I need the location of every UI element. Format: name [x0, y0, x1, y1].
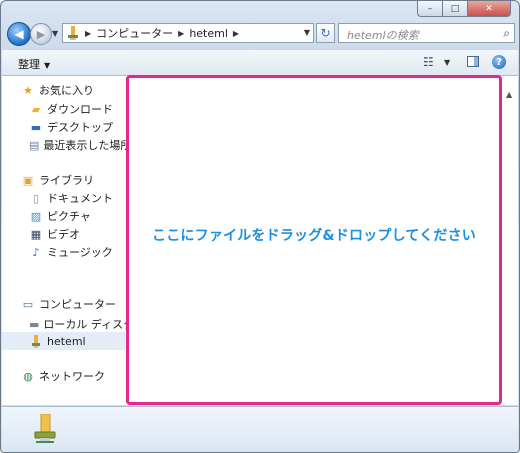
navigation-pane[interactable]: ★ お気に入り ▰ ダウンロード ▬ デスクトップ ▤ 最近表示した場所 ▣ ラ… [2, 76, 142, 405]
nav-item-label: heteml [47, 334, 86, 348]
organize-button[interactable]: 整理 ▼ [18, 56, 50, 72]
close-button[interactable]: ✕ [468, 1, 511, 17]
breadcrumb-separator-icon[interactable]: ▶ [178, 29, 184, 38]
nav-item-downloads[interactable]: ▰ ダウンロード [2, 100, 125, 118]
library-icon: ▣ [22, 173, 34, 187]
nav-favorites[interactable]: ★ お気に入り [2, 81, 125, 99]
search-icon[interactable]: ⌕ [503, 26, 510, 41]
nav-item-label: ピクチャ [47, 210, 91, 223]
nav-item-desktop[interactable]: ▬ デスクトップ [2, 118, 125, 136]
nav-item-pictures[interactable]: ▨ ピクチャ [2, 207, 125, 225]
drop-zone-message: ここにファイルをドラッグ&ドロップしてください [152, 228, 476, 244]
address-dropdown-icon[interactable]: ▼ [304, 28, 310, 37]
drive-icon [66, 26, 80, 40]
desktop-icon: ▬ [30, 120, 42, 134]
back-arrow-icon: ◀ [14, 27, 24, 41]
nav-favorites-label: お気に入り [39, 84, 94, 97]
nav-item-label: ビデオ [47, 228, 80, 241]
navigation-bar: ◀ ▶ ▼ ▶ コンピューター ▶ heteml ▶ ▼ ↻ hetemlの検索… [7, 21, 515, 47]
nav-item-label: ダウンロード [47, 103, 113, 116]
forward-button[interactable]: ▶ [30, 23, 52, 45]
nav-item-label: ミュージック [47, 246, 113, 259]
forward-arrow-icon: ▶ [36, 27, 46, 41]
recent-pages-button[interactable]: ▼ [52, 29, 58, 38]
drop-zone[interactable]: ここにファイルをドラッグ&ドロップしてください [126, 75, 502, 405]
nav-item-heteml[interactable]: heteml [2, 332, 125, 350]
nav-item-label: デスクトップ [47, 121, 113, 134]
refresh-button[interactable]: ↻ [316, 23, 335, 43]
computer-icon: ▭ [22, 297, 34, 311]
refresh-icon: ↻ [320, 26, 331, 40]
content-area: ★ お気に入り ▰ ダウンロード ▬ デスクトップ ▤ 最近表示した場所 ▣ ラ… [2, 75, 518, 405]
address-bar[interactable]: ▶ コンピューター ▶ heteml ▶ ▼ [62, 23, 314, 43]
nav-item-recent-places[interactable]: ▤ 最近表示した場所 [2, 136, 131, 154]
back-button[interactable]: ◀ [7, 22, 31, 46]
nav-libraries[interactable]: ▣ ライブラリ [2, 171, 125, 189]
star-icon: ★ [23, 83, 33, 97]
breadcrumb-separator-icon[interactable]: ▶ [85, 29, 91, 38]
breadcrumb-computer[interactable]: コンピューター [96, 25, 173, 41]
chevron-down-icon: ▼ [52, 29, 59, 38]
search-box[interactable]: hetemlの検索 ⌕ [338, 23, 515, 43]
caption-buttons: – □ ✕ [417, 1, 511, 18]
nav-item-label: ドキュメント [47, 192, 113, 205]
videos-icon: ▦ [30, 227, 42, 241]
nav-item-music[interactable]: ♪ ミュージック [2, 243, 125, 261]
nav-item-videos[interactable]: ▦ ビデオ [2, 225, 125, 243]
maximize-button[interactable]: □ [443, 1, 468, 17]
recent-places-icon: ▤ [29, 138, 40, 152]
breadcrumb-heteml[interactable]: heteml [189, 27, 228, 40]
breadcrumb-separator-icon[interactable]: ▶ [233, 29, 239, 38]
nav-network-label: ネットワーク [39, 370, 105, 383]
documents-icon: ▯ [32, 191, 40, 205]
explorer-window: – □ ✕ ◀ ▶ ▼ ▶ コンピューター ▶ heteml ▶ ▼ ↻ het… [0, 0, 520, 453]
organize-label: 整理 [18, 58, 40, 71]
scroll-up-icon[interactable]: ▲ [506, 90, 512, 99]
nav-libraries-label: ライブラリ [39, 174, 94, 187]
nav-computer-label: コンピューター [39, 298, 116, 311]
details-pane [2, 406, 518, 452]
help-button[interactable]: ? [492, 55, 506, 69]
nav-computer[interactable]: ▭ コンピューター [2, 295, 125, 313]
vertical-scrollbar[interactable]: ▲ [502, 76, 518, 405]
search-placeholder[interactable]: hetemlの検索 [347, 27, 419, 43]
music-icon: ♪ [32, 245, 40, 259]
downloads-folder-icon: ▰ [31, 102, 41, 116]
chevron-down-icon: ▼ [44, 61, 51, 70]
nav-item-local-disk[interactable]: ▬ ローカル ディスク ( [2, 315, 142, 333]
nav-item-label: 最近表示した場所 [43, 139, 132, 152]
network-icon: ◍ [23, 369, 33, 383]
network-drive-icon [32, 413, 58, 444]
change-view-icon[interactable]: ☷ [423, 55, 434, 69]
local-disk-icon: ▬ [29, 317, 40, 331]
view-dropdown-icon[interactable]: ▼ [444, 58, 450, 67]
preview-pane-icon[interactable] [467, 56, 479, 67]
nav-item-documents[interactable]: ▯ ドキュメント [2, 189, 125, 207]
nav-network[interactable]: ◍ ネットワーク [2, 367, 125, 385]
network-drive-icon [29, 334, 43, 348]
minimize-button[interactable]: – [417, 1, 443, 17]
command-bar: 整理 ▼ ☷ ▼ ? [2, 50, 518, 76]
pictures-icon: ▨ [30, 209, 42, 223]
